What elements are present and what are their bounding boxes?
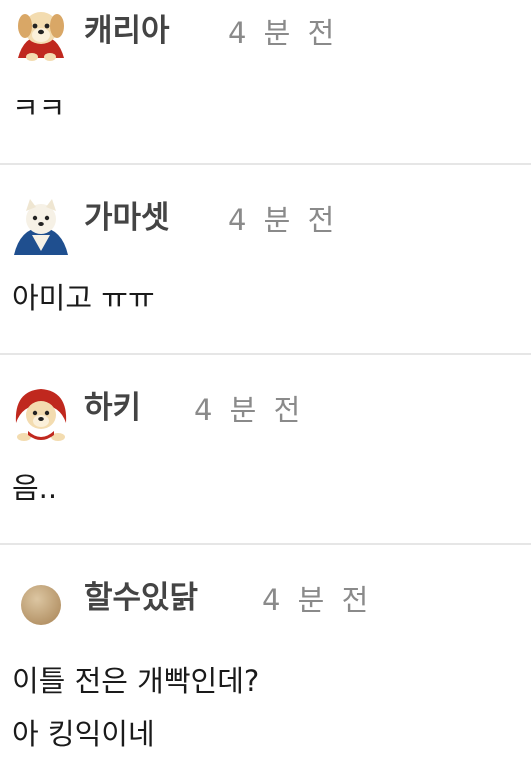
white-dog-blue-cape-avatar[interactable] bbox=[10, 193, 72, 255]
timestamp: 4 분 전 bbox=[228, 203, 339, 237]
puppy-red-hood-avatar[interactable] bbox=[10, 383, 72, 445]
comment-item: 캐리아 4 분 전 ㅋㅋ bbox=[0, 0, 531, 165]
comment-header: 가마셋 4 분 전 bbox=[0, 187, 531, 257]
timestamp: 4 분 전 bbox=[194, 393, 305, 427]
comment-item: 할수있닭 4 분 전 이틀 전은 개빡인데? 아 킹익이네 bbox=[0, 545, 531, 761]
nickname[interactable]: 할수있닭 bbox=[84, 577, 198, 619]
timestamp: 4 분 전 bbox=[228, 16, 339, 50]
beige-circle-avatar[interactable] bbox=[10, 573, 72, 635]
comment-header: 캐리아 4 분 전 bbox=[0, 0, 531, 70]
nickname[interactable]: 캐리아 bbox=[84, 10, 170, 52]
nickname[interactable]: 하키 bbox=[84, 387, 141, 429]
comment-text: 아미고 ㅠㅠ bbox=[12, 281, 155, 315]
comment-text-line: 아 킹익이네 bbox=[12, 717, 155, 751]
comment-header: 할수있닭 4 분 전 bbox=[0, 567, 531, 637]
timestamp: 4 분 전 bbox=[262, 583, 373, 617]
comment-item: 가마셋 4 분 전 아미고 ㅠㅠ bbox=[0, 165, 531, 355]
comment-item: 하키 4 분 전 음.. bbox=[0, 355, 531, 545]
puppy-red-cape-avatar[interactable] bbox=[10, 2, 72, 64]
comment-header: 하키 4 분 전 bbox=[0, 377, 531, 447]
comment-text: 음.. bbox=[12, 471, 58, 505]
comment-text-line: 이틀 전은 개빡인데? bbox=[12, 664, 260, 698]
comment-text: ㅋㅋ bbox=[12, 91, 66, 125]
nickname[interactable]: 가마셋 bbox=[84, 197, 170, 239]
